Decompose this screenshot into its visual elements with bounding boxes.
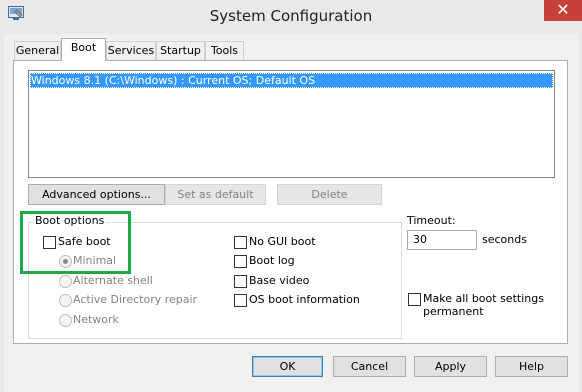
timeout-input[interactable]: 30: [407, 230, 477, 250]
active-directory-repair-radio[interactable]: [59, 294, 72, 307]
os-boot-information-label[interactable]: OS boot information: [249, 293, 360, 307]
window-frame-right: [578, 34, 582, 392]
base-video-checkbox[interactable]: [234, 275, 247, 288]
no-gui-boot-checkbox[interactable]: [234, 236, 247, 249]
apply-button[interactable]: Apply: [414, 356, 487, 377]
tab-general[interactable]: General: [14, 41, 61, 60]
set-as-default-button[interactable]: Set as default: [165, 184, 266, 205]
no-gui-boot-label[interactable]: No GUI boot: [249, 235, 316, 249]
os-list-item[interactable]: Windows 8.1 (C:\Windows) : Current OS; D…: [30, 73, 553, 88]
boot-log-checkbox[interactable]: [234, 255, 247, 268]
make-permanent-checkbox[interactable]: [408, 293, 421, 306]
active-directory-repair-label: Active Directory repair: [73, 293, 198, 306]
delete-button[interactable]: Delete: [277, 184, 382, 205]
tab-boot[interactable]: Boot: [61, 38, 106, 61]
ok-button[interactable]: OK: [252, 356, 323, 377]
make-permanent-label-line1[interactable]: Make all boot settings: [423, 292, 544, 306]
help-button[interactable]: Help: [495, 356, 568, 377]
os-boot-information-checkbox[interactable]: [234, 294, 247, 307]
alternate-shell-radio[interactable]: [59, 275, 72, 288]
alternate-shell-label: Alternate shell: [73, 274, 153, 287]
tab-tools[interactable]: Tools: [205, 41, 244, 60]
network-label: Network: [73, 313, 119, 326]
timeout-label: Timeout:: [407, 214, 456, 227]
close-button[interactable]: ✕: [544, 0, 582, 21]
cancel-button[interactable]: Cancel: [333, 356, 406, 377]
window-title: System Configuration: [209, 7, 373, 25]
tab-services[interactable]: Services: [106, 41, 156, 60]
window-frame-left: [0, 34, 4, 392]
highlight-box: [20, 211, 131, 274]
timeout-unit-label: seconds: [482, 233, 527, 246]
base-video-label[interactable]: Base video: [249, 274, 309, 288]
boot-log-label[interactable]: Boot log: [249, 254, 295, 268]
make-permanent-label-line2[interactable]: permanent: [423, 305, 484, 319]
advanced-options-button[interactable]: Advanced options...: [28, 184, 165, 205]
tab-startup[interactable]: Startup: [156, 41, 205, 60]
network-radio[interactable]: [59, 314, 72, 327]
